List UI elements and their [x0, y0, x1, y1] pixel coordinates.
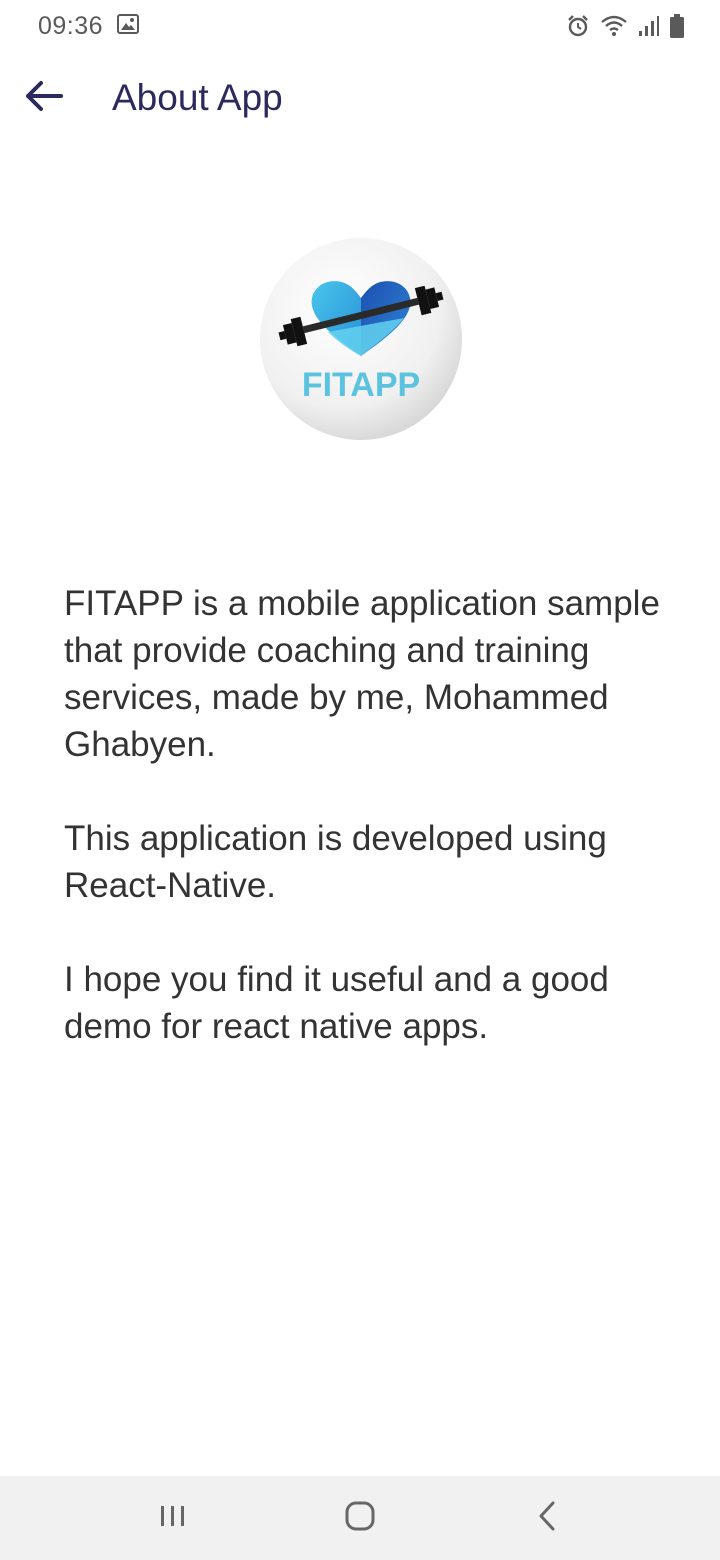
about-app-screen: 09:36 About App FITAPP FITAPP is a mobil… [0, 0, 720, 1560]
wifi-icon [600, 14, 628, 38]
logo-text: FITAPP [302, 366, 420, 404]
alarm-icon [566, 14, 590, 38]
page-title: About App [112, 77, 283, 118]
system-back-button[interactable] [499, 1482, 595, 1554]
about-paragraph-3: I hope you find it useful and a good dem… [64, 960, 609, 1046]
arrow-left-icon [24, 80, 64, 117]
signal-icon [638, 15, 660, 37]
home-button[interactable] [312, 1482, 408, 1554]
status-time: 09:36 [38, 11, 104, 40]
status-right [566, 14, 684, 38]
battery-icon [670, 14, 684, 38]
app-bar: About App [0, 60, 720, 136]
about-description: FITAPP is a mobile application sample th… [64, 580, 684, 1097]
home-icon [344, 1500, 376, 1537]
recents-icon [159, 1504, 187, 1533]
status-left: 09:36 [38, 11, 140, 41]
back-button[interactable] [12, 66, 76, 130]
status-bar: 09:36 [0, 0, 720, 52]
about-paragraph-2: This application is developed using Reac… [64, 819, 607, 905]
about-paragraph-1: FITAPP is a mobile application sample th… [64, 584, 660, 764]
image-icon [117, 13, 140, 39]
recents-button[interactable] [125, 1482, 221, 1554]
app-logo: FITAPP [258, 236, 464, 442]
system-nav-bar [0, 1476, 720, 1560]
back-chevron-icon [537, 1500, 557, 1537]
